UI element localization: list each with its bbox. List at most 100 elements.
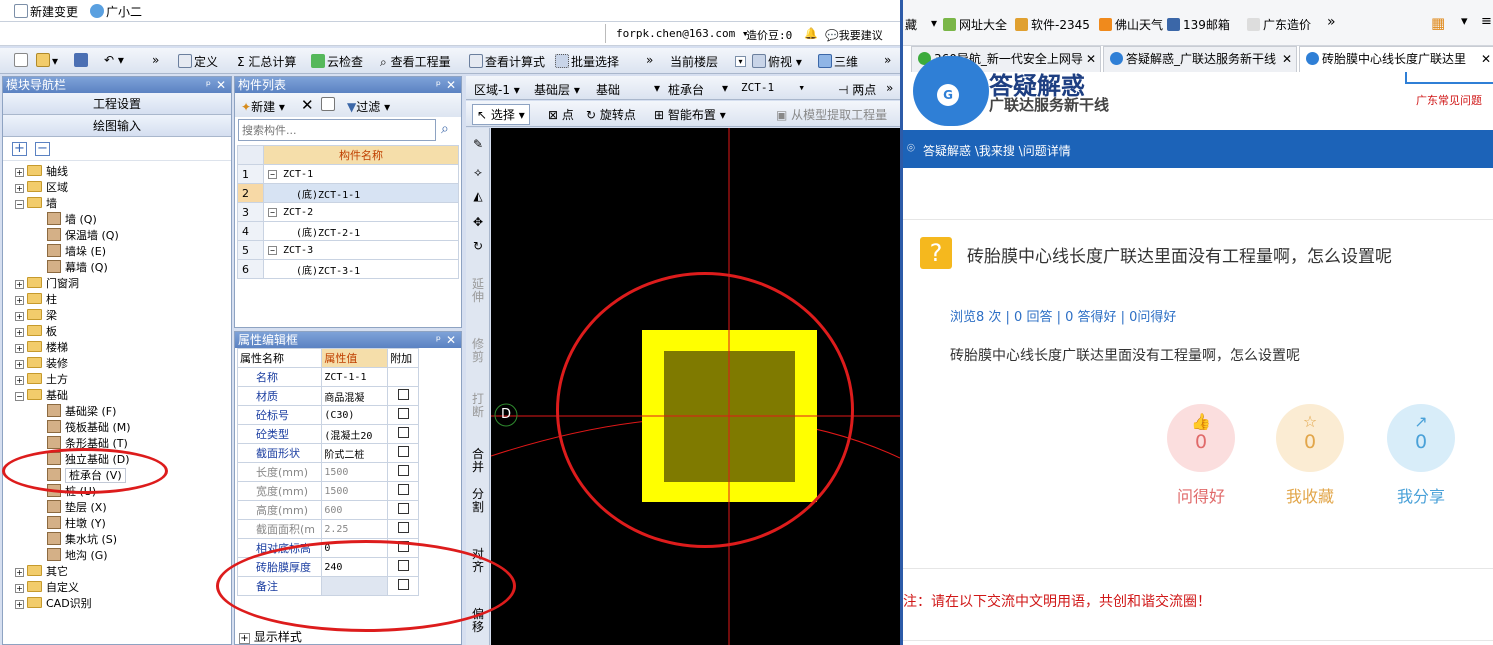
expand-icon[interactable]: + [15,584,24,593]
tree-node[interactable]: 基础梁 (F) [47,403,116,419]
toolbar-overflow-right[interactable]: » [884,53,891,67]
tree-node[interactable]: 墙垛 (E) [47,243,106,259]
component-row[interactable]: 2 (底)ZCT-1-1 [237,183,459,203]
collapse-icon[interactable]: − [268,169,277,179]
define-button[interactable]: 定义 [178,53,218,70]
pin-icon[interactable]: ᵖ [206,77,211,93]
assistant-button[interactable]: 广小二 [90,3,142,20]
bookmark-item[interactable]: 广东造价 [1247,16,1311,33]
collapse-icon[interactable]: − [268,245,277,255]
view-quantity-button[interactable]: ⌕ 查看工程量 [380,53,451,70]
filter-button[interactable]: ▼过滤 ▾ [347,98,390,115]
expand-icon[interactable]: + [15,280,24,289]
point-button[interactable]: ⊠ 点 [548,106,574,123]
expand-icon[interactable]: + [15,568,24,577]
type-dropdown[interactable]: 桩承台 ▾ [668,81,728,98]
action-label[interactable]: 问得好 [1156,483,1246,507]
rotate-point-button[interactable]: ↻ 旋转点 [586,106,636,123]
tree-node[interactable]: + 自定义 [15,579,79,595]
property-value[interactable]: 2.25 [321,519,389,539]
property-value[interactable]: 商品混凝 [321,386,389,406]
vertical-tool-2[interactable]: 打断 [470,393,486,419]
tree-node[interactable]: + 土方 [15,371,68,387]
tree-node[interactable]: 地沟 (G) [47,547,108,563]
tree-node[interactable]: + 门窗洞 [15,275,79,291]
property-row[interactable]: 名称 ZCT-1-1 [236,367,419,387]
expand-icon[interactable]: + [239,633,250,644]
region-dropdown[interactable]: 区域-1 ▾ [474,81,520,98]
close-tab-icon[interactable]: ✕ [1477,47,1491,71]
vertical-tool-1[interactable]: 修剪 [470,338,486,364]
suggest-button[interactable]: 💬我要建议 [825,27,883,43]
expand-icon[interactable]: + [15,360,24,369]
toolbar-overflow[interactable]: » [886,81,893,95]
tree-node[interactable]: 柱墩 (Y) [47,515,106,531]
property-row[interactable]: 宽度(mm) 1500 [236,481,419,501]
tree-node[interactable]: 保温墙 (Q) [47,227,119,243]
tree-node[interactable]: + 轴线 [15,163,68,179]
expand-icon[interactable]: + [15,344,24,353]
bookmark-item[interactable]: 网址大全 [943,16,1007,33]
collapse-icon[interactable]: − [268,207,277,217]
bookmark-item[interactable]: 藏 ▾ [905,16,937,33]
tree-node[interactable]: + 区域 [15,179,68,195]
view-formula-button[interactable]: 查看计算式 [469,53,545,70]
bookmark-item[interactable]: 139邮箱 [1167,16,1230,33]
vertical-tool-4[interactable]: 分割 [470,488,486,514]
expand-all-icon[interactable]: + [12,142,27,156]
top-view-button[interactable]: 俯视 ▾ [752,53,802,70]
close-tab-icon[interactable]: ✕ [1278,47,1292,71]
expand-icon[interactable]: + [15,312,24,321]
faq-link[interactable]: 广东常见问题 [1416,92,1482,108]
action-label[interactable]: 我分享 [1376,483,1466,507]
property-value[interactable]: 1500 [321,462,389,482]
cloud-check-button[interactable]: 云检查 [311,53,363,70]
property-row[interactable]: 砼类型 (混凝土20 [236,424,419,444]
flip-icon[interactable]: ◭ [470,190,486,203]
component-row[interactable]: 1− ZCT-1 [237,164,459,184]
property-row[interactable]: 砼标号 (C30) [236,405,419,425]
new-component-button[interactable]: ✦新建 ▾ [241,98,285,115]
select-button[interactable]: ↖ 选择 ▾ [472,104,530,125]
tree-node[interactable]: + 其它 [15,563,68,579]
smart-layout-button[interactable]: ⊞ 智能布置 ▾ [654,106,726,123]
mirror-icon[interactable]: ⟡ [470,166,486,179]
property-row[interactable]: 截面形状 阶式二桩 [236,443,419,463]
extra-checkbox[interactable] [397,446,409,457]
menu-chevron-icon[interactable]: ▾ [1461,14,1468,29]
property-row[interactable]: 长度(mm) 1500 [236,462,419,482]
bookmarks-overflow-icon[interactable]: » [1327,14,1336,30]
expand-icon[interactable]: + [15,184,24,193]
project-settings-button[interactable]: 工程设置 [3,93,231,115]
display-style-row[interactable]: + 显示样式 [239,628,302,645]
collapse-icon[interactable]: − [15,392,24,401]
collapse-all-icon[interactable]: − [35,142,50,156]
property-value[interactable]: (混凝土20 [321,424,389,444]
extra-checkbox[interactable] [397,484,409,495]
component-row[interactable]: 5− ZCT-3 [237,240,459,260]
account-dropdown[interactable]: forpk.chen@163.com ▾ [616,27,748,40]
close-icon[interactable]: ✕ [446,332,456,348]
collapse-icon[interactable]: − [15,200,24,209]
property-value[interactable]: 600 [321,500,389,520]
extra-checkbox[interactable] [397,503,409,514]
category-dropdown[interactable]: 基础 ▾ [596,81,660,98]
property-row[interactable]: 材质 商品混凝 [236,386,419,406]
tree-node[interactable]: − 基础 [15,387,68,403]
toolbar-overflow[interactable]: » [646,53,653,67]
tree-node[interactable]: + 柱 [15,291,57,307]
apps-icon[interactable]: ▦ [1431,14,1445,32]
copy-icon[interactable] [321,97,337,112]
rotate-icon[interactable]: ↻ [470,240,486,253]
open-folder-icon[interactable]: ▾ [36,53,58,68]
property-row[interactable]: 截面面积(m 2.25 [236,519,419,539]
vertical-tool-0[interactable]: 延伸 [470,278,486,304]
browser-tab[interactable]: 答疑解惑_广联达服务新干线 ✕ [1103,46,1297,72]
brush-icon[interactable]: ✎ [470,138,486,151]
extra-checkbox[interactable] [397,427,409,438]
expand-icon[interactable]: + [15,376,24,385]
undo-icon[interactable]: ↶ ▾ [104,53,124,67]
browser-tab[interactable]: 砖胎膜中心线长度广联达里 ✕ [1299,46,1493,72]
property-row[interactable]: 高度(mm) 600 [236,500,419,520]
component-row[interactable]: 4 (底)ZCT-2-1 [237,221,459,241]
